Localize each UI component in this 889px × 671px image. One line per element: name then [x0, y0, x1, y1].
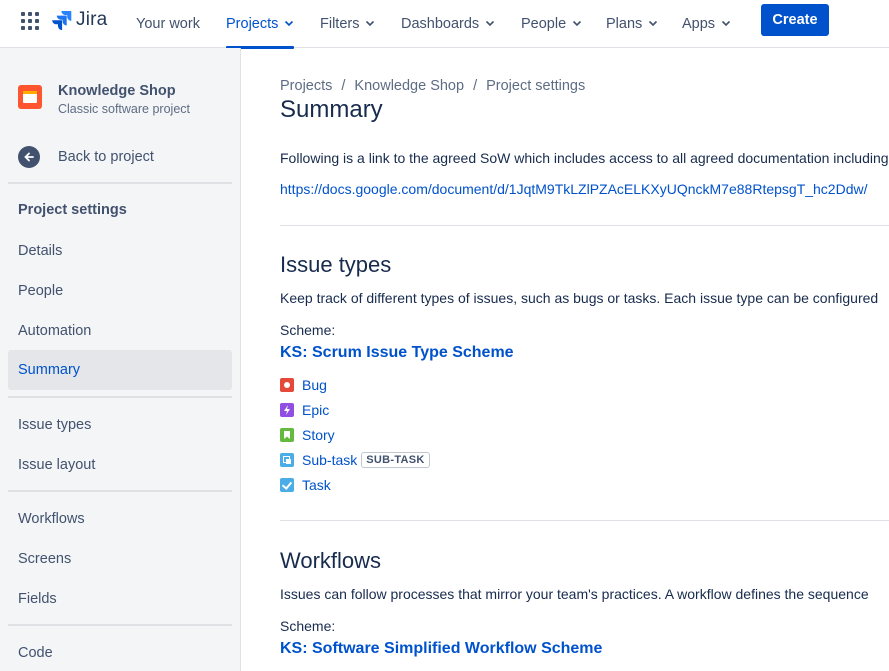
- logo-text: Jira: [76, 9, 108, 30]
- nav-label: People: [521, 16, 567, 32]
- bug-icon: [280, 378, 294, 392]
- breadcrumb-projects[interactable]: Projects: [280, 78, 332, 94]
- sidebar-divider: [8, 490, 232, 492]
- issue-type-scheme-link[interactable]: KS: Scrum Issue Type Scheme: [280, 344, 514, 362]
- breadcrumb-knowledge-shop[interactable]: Knowledge Shop: [354, 78, 464, 94]
- sidebar-divider: [8, 182, 232, 184]
- chevron-down-icon: [649, 20, 658, 27]
- sidebar-item-label: Issue layout: [18, 457, 96, 473]
- section-divider: [280, 520, 889, 521]
- sidebar-item-label: Code: [18, 645, 53, 661]
- nav-your-work[interactable]: Your work: [136, 0, 200, 48]
- subtask-badge: SUB-TASK: [361, 452, 430, 468]
- issue-type-epic[interactable]: Epic: [280, 401, 329, 419]
- nav-label: Apps: [682, 16, 716, 32]
- issue-type-story[interactable]: Story: [280, 426, 335, 444]
- nav-filters[interactable]: Filters: [320, 0, 375, 48]
- top-navigation: Jira Your work Projects Filters Dashboar…: [0, 0, 889, 49]
- nav-people[interactable]: People: [521, 0, 582, 48]
- sidebar-item-issue-layout[interactable]: Issue layout: [8, 445, 232, 485]
- jira-logo-icon: [52, 11, 72, 30]
- section-divider: [280, 225, 889, 226]
- sidebar-item-label: Workflows: [18, 511, 85, 527]
- back-label: Back to project: [58, 149, 154, 165]
- nav-dashboards[interactable]: Dashboards: [401, 0, 495, 48]
- sidebar-item-code[interactable]: Code: [8, 633, 232, 671]
- main-content: Projects / Knowledge Shop / Project settings…: [242, 48, 889, 671]
- story-icon: [280, 428, 294, 442]
- chevron-down-icon: [721, 20, 731, 27]
- breadcrumb: Projects / Knowledge Shop / Project settings: [280, 78, 585, 94]
- nav-apps[interactable]: Apps: [682, 0, 731, 48]
- sidebar-item-people[interactable]: People: [8, 271, 232, 311]
- page-title: Summary: [280, 96, 383, 123]
- sidebar-item-label: Summary: [18, 362, 81, 378]
- back-to-project-link[interactable]: Back to project: [18, 145, 154, 169]
- sidebar-heading: Project settings: [18, 202, 127, 218]
- sidebar-item-label: People: [18, 283, 64, 299]
- sidebar-item-label: Issue types: [18, 417, 92, 433]
- breadcrumb-project-settings[interactable]: Project settings: [486, 78, 585, 94]
- issue-types-heading: Issue types: [280, 252, 392, 277]
- nav-label: Dashboards: [401, 16, 480, 32]
- workflows-description: Issues can follow processes that mirror …: [280, 586, 869, 602]
- sow-link[interactable]: https://docs.google.com/document/d/1JqtM…: [280, 181, 868, 197]
- arrow-left-icon: [18, 146, 40, 168]
- sidebar-item-label: Fields: [18, 591, 57, 607]
- nav-label: Filters: [320, 16, 360, 32]
- subtask-icon: [280, 453, 294, 467]
- sidebar-item-label: Details: [18, 243, 63, 259]
- workflow-scheme-label: Scheme:: [280, 618, 336, 634]
- sidebar-item-label: Automation: [18, 323, 92, 339]
- project-header: Knowledge Shop Classic software project: [18, 82, 190, 118]
- sidebar-item-automation[interactable]: Automation: [8, 311, 232, 351]
- sidebar-item-label: Screens: [18, 551, 72, 567]
- issue-type-subtask[interactable]: Sub-task SUB-TASK: [280, 451, 430, 469]
- issue-type-scheme-label: Scheme:: [280, 322, 336, 338]
- sidebar-item-screens[interactable]: Screens: [8, 539, 232, 579]
- sidebar-item-fields[interactable]: Fields: [8, 579, 232, 619]
- sidebar-divider: [8, 624, 232, 626]
- sidebar: Knowledge Shop Classic software project …: [0, 48, 241, 671]
- sidebar-item-details[interactable]: Details: [8, 231, 232, 271]
- nav-label: Projects: [226, 16, 279, 32]
- project-name: Knowledge Shop: [58, 83, 176, 99]
- nav-plans[interactable]: Plans: [606, 0, 658, 48]
- create-button[interactable]: Create: [761, 4, 829, 36]
- sidebar-item-workflows[interactable]: Workflows: [8, 499, 232, 539]
- app-switcher-icon[interactable]: [21, 12, 39, 30]
- breadcrumb-separator: /: [341, 78, 346, 94]
- project-type: Classic software project: [58, 102, 190, 116]
- nav-projects[interactable]: Projects: [226, 0, 295, 49]
- sidebar-item-summary[interactable]: Summary: [8, 350, 232, 390]
- issue-type-task[interactable]: Task: [280, 476, 331, 494]
- issue-type-name: Sub-task: [302, 452, 358, 468]
- issue-type-bug[interactable]: Bug: [280, 376, 327, 394]
- nav-label: Plans: [606, 16, 643, 32]
- issue-type-name: Epic: [302, 402, 330, 418]
- chevron-down-icon: [285, 20, 294, 27]
- chevron-down-icon: [573, 20, 582, 27]
- nav-label: Your work: [136, 16, 200, 32]
- workflow-scheme-link[interactable]: KS: Software Simplified Workflow Scheme: [280, 640, 602, 658]
- chevron-down-icon: [366, 20, 375, 27]
- workflows-heading: Workflows: [280, 548, 382, 573]
- issue-type-name: Story: [302, 427, 335, 443]
- jira-logo[interactable]: Jira: [52, 9, 108, 30]
- issue-type-name: Bug: [302, 377, 327, 393]
- issue-types-description: Keep track of different types of issues,…: [280, 290, 879, 306]
- project-avatar: [18, 85, 42, 109]
- task-icon: [280, 478, 294, 492]
- chevron-down-icon: [486, 20, 495, 27]
- issue-type-name: Task: [302, 477, 331, 493]
- sidebar-item-issue-types[interactable]: Issue types: [8, 405, 232, 445]
- epic-icon: [280, 403, 294, 417]
- sidebar-divider: [8, 396, 232, 398]
- summary-description: Following is a link to the agreed SoW wh…: [280, 150, 889, 166]
- breadcrumb-separator: /: [473, 78, 478, 94]
